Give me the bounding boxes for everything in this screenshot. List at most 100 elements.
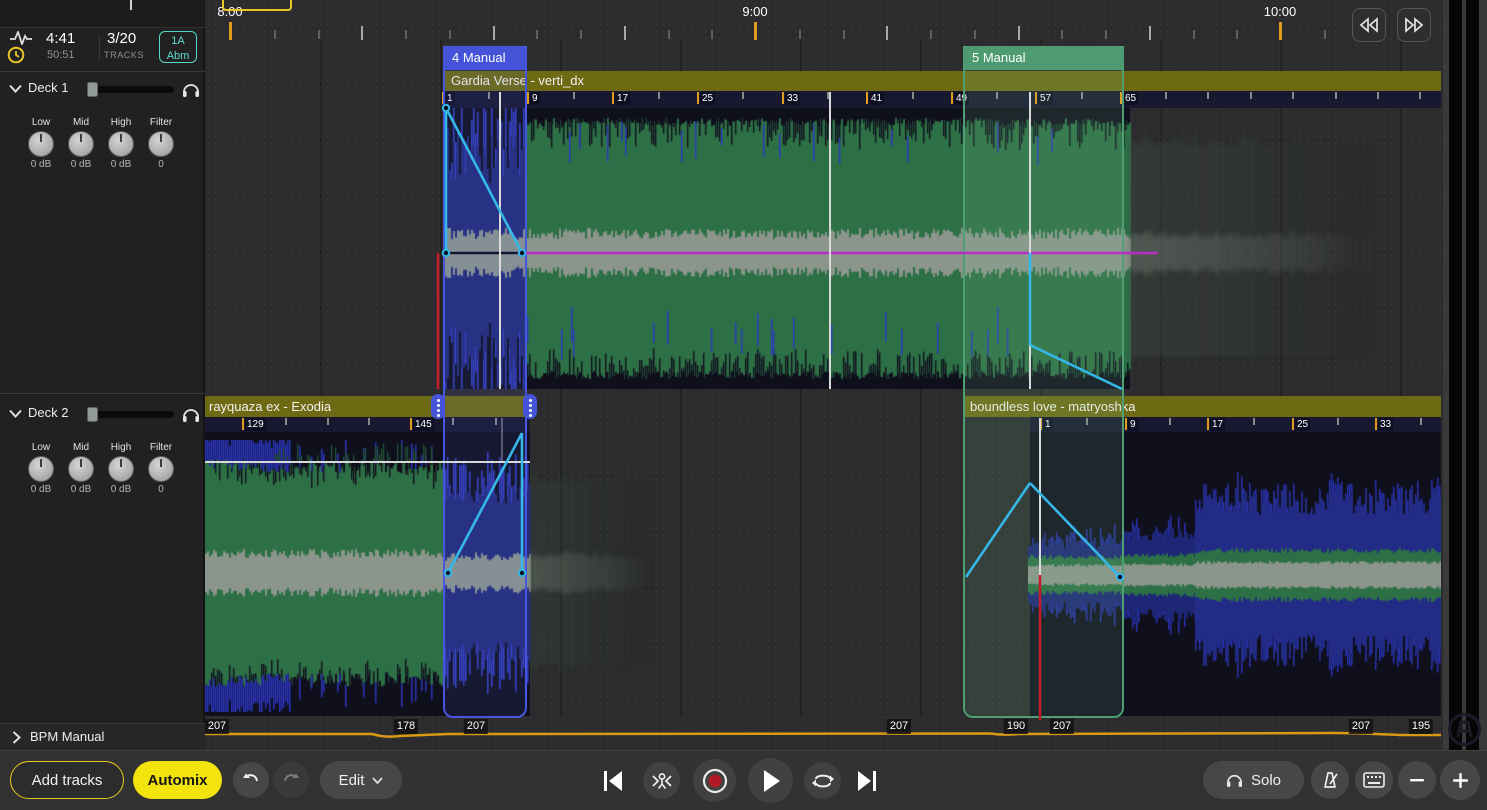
undo-button[interactable] xyxy=(233,762,269,798)
knob-label: High xyxy=(99,117,143,128)
divider xyxy=(99,36,100,60)
elapsed-time: 4:41 xyxy=(46,30,75,47)
add-tracks-label: Add tracks xyxy=(32,772,103,789)
bpm-value: 178 xyxy=(394,719,418,734)
chevron-down-icon xyxy=(372,777,383,784)
track-count: 3/20 xyxy=(107,30,136,47)
loop-icon xyxy=(812,772,834,790)
knob-label: Low xyxy=(19,442,63,453)
plus-icon xyxy=(1452,772,1469,789)
zoom-out-button[interactable] xyxy=(1398,761,1436,799)
knob-label: High xyxy=(99,442,143,453)
record-icon xyxy=(701,767,729,795)
pulse-icon xyxy=(10,31,32,45)
knob-high[interactable] xyxy=(108,456,134,482)
bpm-value: 207 xyxy=(1050,719,1074,734)
bpm-value: 207 xyxy=(1349,719,1373,734)
knob-mid[interactable] xyxy=(68,456,94,482)
metronome-icon xyxy=(1320,770,1340,790)
sidebar: 4:41 50:51 3/20 TRACKS 1A Abm Deck 1 Low… xyxy=(0,0,205,750)
add-tracks-button[interactable]: Add tracks xyxy=(10,761,124,799)
knob-label: Mid xyxy=(59,442,103,453)
minus-icon xyxy=(1409,772,1425,788)
headphones-icon[interactable] xyxy=(182,81,200,98)
bpm-value: 207 xyxy=(887,719,911,734)
play-icon xyxy=(761,769,781,793)
meter-bar-left xyxy=(1449,0,1462,750)
bpm-panel-row[interactable]: BPM Manual xyxy=(0,723,205,750)
knob-value: 0 dB xyxy=(99,159,143,170)
knob-value: 0 dB xyxy=(19,159,63,170)
loop-button[interactable] xyxy=(804,762,841,799)
key-line2: Abm xyxy=(160,49,196,64)
deck1-slider-handle[interactable] xyxy=(87,82,98,97)
fast-forward-icon xyxy=(1403,17,1425,33)
meter-bar-right xyxy=(1466,0,1479,750)
metronome-button[interactable] xyxy=(1311,761,1349,799)
knob-value: 0 dB xyxy=(99,484,143,495)
bpm-panel-label: BPM Manual xyxy=(30,729,104,744)
overview-tick xyxy=(130,0,132,10)
rewind-icon xyxy=(1358,17,1380,33)
bpm-value: 207 xyxy=(205,719,229,734)
deck2-label: Deck 2 xyxy=(28,405,68,420)
chevron-right-icon xyxy=(12,731,21,744)
dj-timeline-app: 8:009:0010:00 Gardia Verse - verti_dx ra… xyxy=(0,0,1487,810)
knob-value: 0 xyxy=(139,159,183,170)
divider xyxy=(0,393,205,394)
zoom-in-button[interactable] xyxy=(1440,760,1480,800)
jump-back-button[interactable] xyxy=(1352,8,1386,42)
split-at-playhead-button[interactable] xyxy=(643,762,680,799)
knob-label: Mid xyxy=(59,117,103,128)
knob-label: Low xyxy=(19,117,63,128)
record-button[interactable] xyxy=(693,759,736,802)
headphones-icon xyxy=(1226,772,1243,788)
app-logo xyxy=(1447,712,1482,747)
knob-low[interactable] xyxy=(28,456,54,482)
edit-menu-button[interactable]: Edit xyxy=(320,761,402,799)
deck2-slider-handle[interactable] xyxy=(87,407,98,422)
knob-value: 0 dB xyxy=(59,484,103,495)
play-button[interactable] xyxy=(748,758,793,803)
knob-mid[interactable] xyxy=(68,131,94,157)
skip-end-button[interactable] xyxy=(857,769,877,793)
knob-high[interactable] xyxy=(108,131,134,157)
bpm-value: 190 xyxy=(1004,719,1028,734)
deck1-label: Deck 1 xyxy=(28,80,68,95)
clock-icon xyxy=(7,46,25,64)
automation-overlay xyxy=(0,0,1487,810)
automix-button[interactable]: Automix xyxy=(133,761,222,799)
split-cue-icon xyxy=(650,771,674,791)
bpm-value: 195 xyxy=(1409,719,1433,734)
knob-filter[interactable] xyxy=(148,456,174,482)
knob-value: 0 dB xyxy=(19,484,63,495)
solo-label: Solo xyxy=(1251,772,1281,789)
knob-low[interactable] xyxy=(28,131,54,157)
chevron-down-icon[interactable] xyxy=(9,409,22,418)
redo-button[interactable] xyxy=(273,762,309,798)
total-time: 50:51 xyxy=(47,49,75,61)
bottom-toolbar: Add tracks Automix Edit xyxy=(0,750,1487,810)
skip-start-button[interactable] xyxy=(603,769,623,793)
deck1-slider-track[interactable] xyxy=(86,86,174,93)
edit-label: Edit xyxy=(339,772,365,789)
deck2-slider-track[interactable] xyxy=(86,411,174,418)
keyboard-shortcuts-button[interactable] xyxy=(1355,761,1393,799)
redo-icon xyxy=(282,773,300,788)
knob-filter[interactable] xyxy=(148,131,174,157)
key-line1: 1A xyxy=(160,34,196,49)
master-meter-strip xyxy=(1443,0,1487,750)
bpm-value: 207 xyxy=(464,719,488,734)
jump-forward-button[interactable] xyxy=(1397,8,1431,42)
headphones-icon[interactable] xyxy=(182,406,200,423)
key-badge[interactable]: 1A Abm xyxy=(159,31,197,63)
divider xyxy=(0,71,205,72)
knob-value: 0 xyxy=(139,484,183,495)
keyboard-icon xyxy=(1363,772,1385,788)
knob-value: 0 dB xyxy=(59,159,103,170)
chevron-down-icon[interactable] xyxy=(9,84,22,93)
knob-label: Filter xyxy=(139,442,183,453)
undo-icon xyxy=(242,773,260,788)
tracks-label: TRACKS xyxy=(104,50,144,60)
solo-button[interactable]: Solo xyxy=(1203,761,1304,799)
